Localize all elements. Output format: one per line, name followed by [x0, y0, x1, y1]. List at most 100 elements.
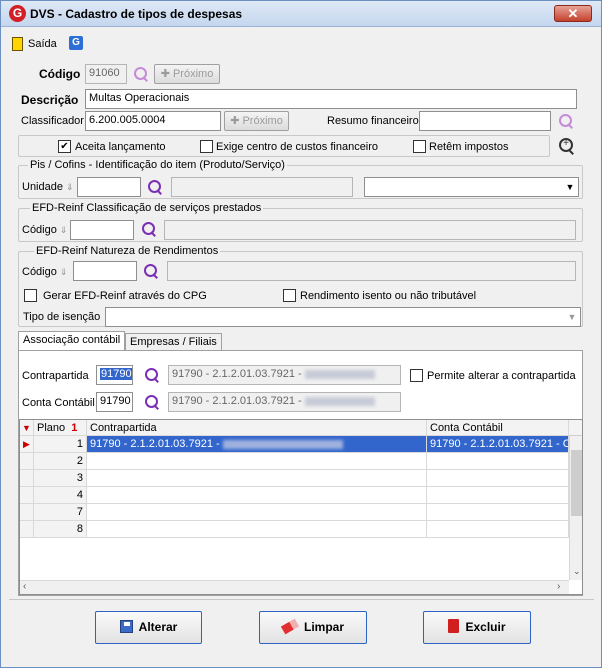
sort-arrow-icon: ⇓ [66, 182, 74, 192]
codigo-label: Código [39, 67, 81, 81]
row-selector[interactable] [20, 487, 34, 504]
g-logo-icon[interactable]: G [69, 36, 83, 50]
excluir-button[interactable]: Excluir [423, 611, 531, 644]
contrapartida-desc-field: 91790 - 2.1.2.01.03.7921 - [168, 365, 401, 385]
grid-horizontal-scrollbar[interactable]: ‹ › [20, 580, 569, 594]
save-icon [119, 620, 133, 633]
associacao-grid[interactable]: ▼ Plano 1 Contrapartida Conta Contábil ▶… [19, 419, 583, 595]
contrapartida-cell[interactable] [87, 504, 427, 521]
contrapartida-cell[interactable]: 91790 - 2.1.2.01.03.7921 - [87, 436, 427, 453]
codigo-proximo-button[interactable]: ✚ Próximo [154, 64, 220, 84]
contrapartida-desc-text: 91790 - 2.1.2.01.03.7921 - [172, 368, 302, 380]
efd-class-desc-field [164, 220, 576, 240]
plus-icon: ✚ [230, 115, 243, 127]
resumo-financeiro-input[interactable] [419, 111, 551, 131]
efd-class-codigo-label: Código ⇓ [22, 224, 67, 236]
conta-contabil-search-icon[interactable] [144, 394, 160, 410]
redacted-text [304, 369, 375, 379]
eraser-icon [280, 618, 300, 635]
plano-cell: 4 [34, 487, 87, 504]
contrapartida-cell-text: 91790 - 2.1.2.01.03.7921 - [90, 438, 220, 450]
tab-associacao-contabil[interactable]: Associação contábil [18, 331, 126, 351]
row-marker-icon: ▼ [20, 420, 34, 436]
column-header-plano[interactable]: Plano 1 [34, 420, 87, 436]
exit-icon[interactable] [12, 37, 23, 51]
plano-cell: 1 [34, 436, 87, 453]
conta-contabil-cell[interactable] [427, 470, 569, 487]
efd-nat-codigo-label: Código ⇓ [22, 266, 67, 278]
chevron-down-icon[interactable]: ▼ [565, 309, 579, 325]
descricao-label: Descrição [21, 93, 79, 107]
grid-header: ▼ Plano 1 Contrapartida Conta Contábil [20, 420, 582, 436]
aceita-lancamento-label: Aceita lançamento [75, 141, 166, 153]
unidade-search-icon[interactable] [147, 179, 163, 195]
permite-alterar-label: Permite alterar a contrapartida [427, 370, 576, 382]
row-selector[interactable] [20, 453, 34, 470]
efd-class-search-icon[interactable] [141, 221, 157, 237]
gerar-efd-checkbox[interactable] [24, 289, 37, 302]
conta-contabil-cell[interactable] [427, 521, 569, 538]
efd-natureza-title: EFD-Reinf Natureza de Rendimentos [34, 245, 221, 257]
sort-arrow-icon: ⇓ [59, 225, 68, 235]
plano-cell: 7 [34, 504, 87, 521]
contrapartida-cell[interactable] [87, 470, 427, 487]
classificador-input[interactable]: 6.200.005.0004 [85, 111, 221, 131]
conta-contabil-cell[interactable]: 91790 - 2.1.2.01.03.7921 - C [427, 436, 569, 453]
contrapartida-label: Contrapartida [22, 370, 89, 382]
plano-header-text: Plano [37, 422, 66, 434]
efd-nat-search-icon[interactable] [143, 263, 159, 279]
conta-contabil-input[interactable]: 91790 [96, 392, 133, 412]
pis-cofins-title: Pis / Cofins - Identificação do item (Pr… [28, 159, 287, 171]
row-selector[interactable] [20, 521, 34, 538]
contrapartida-input[interactable]: 91790 [96, 365, 133, 385]
resumo-search-icon[interactable] [558, 113, 574, 129]
conta-contabil-cell[interactable] [427, 504, 569, 521]
unidade-label-text: Unidade [22, 181, 63, 193]
unidade-input[interactable] [77, 177, 141, 197]
exit-label[interactable]: Saída [28, 38, 57, 50]
contrapartida-cell[interactable] [87, 453, 427, 470]
row-selector[interactable] [20, 504, 34, 521]
zoom-in-icon[interactable] [558, 138, 574, 154]
classificador-proximo-button[interactable]: ✚ Próximo [224, 111, 289, 131]
window-title: DVS - Cadastro de tipos de despesas [30, 7, 243, 21]
scrollbar-thumb[interactable] [571, 450, 582, 516]
codigo-search-icon[interactable] [133, 66, 149, 82]
contrapartida-search-icon[interactable] [144, 367, 160, 383]
permite-alterar-checkbox[interactable] [410, 369, 423, 382]
row-selector[interactable] [20, 470, 34, 487]
close-button[interactable]: ✕ [554, 5, 592, 22]
contrapartida-cell[interactable] [87, 521, 427, 538]
plus-icon: ✚ [160, 68, 173, 80]
tab-empresas-filiais[interactable]: Empresas / Filiais [125, 333, 222, 351]
unidade-desc-field [171, 177, 353, 197]
aceita-lancamento-checkbox[interactable]: ✔ [58, 140, 71, 153]
column-header-contrapartida[interactable]: Contrapartida [87, 420, 427, 436]
exige-centro-custos-checkbox[interactable] [200, 140, 213, 153]
alterar-button[interactable]: Alterar [95, 611, 202, 644]
efd-class-codigo-input[interactable] [70, 220, 134, 240]
title-bar[interactable]: G DVS - Cadastro de tipos de despesas ✕ [1, 1, 601, 27]
column-header-conta-contabil[interactable]: Conta Contábil [427, 420, 569, 436]
scroll-down-icon[interactable]: ⌄ [573, 566, 581, 577]
scroll-left-icon[interactable]: ‹ [23, 581, 26, 592]
contrapartida-cell[interactable] [87, 487, 427, 504]
pis-cofins-select[interactable]: ▼ [364, 177, 579, 197]
conta-contabil-desc-field: 91790 - 2.1.2.01.03.7921 - [168, 392, 401, 412]
conta-contabil-cell[interactable] [427, 487, 569, 504]
chevron-down-icon[interactable]: ▼ [563, 179, 577, 195]
limpar-button[interactable]: Limpar [259, 611, 367, 644]
app-logo-icon: G [9, 5, 26, 22]
grid-vertical-scrollbar[interactable]: ⌄ [569, 436, 582, 580]
efd-nat-codigo-input[interactable] [73, 261, 137, 281]
tipo-isencao-select[interactable]: ▼ [105, 307, 581, 327]
rendimento-isento-checkbox[interactable] [283, 289, 296, 302]
retem-impostos-checkbox[interactable] [413, 140, 426, 153]
descricao-input[interactable]: Multas Operacionais [85, 89, 577, 109]
conta-contabil-cell[interactable] [427, 453, 569, 470]
codigo-input[interactable]: 91060 [85, 64, 127, 84]
sort-order-icon: 1 [71, 422, 78, 434]
gerar-efd-label: Gerar EFD-Reinf através do CPG [43, 290, 207, 302]
scroll-right-icon[interactable]: › [557, 581, 560, 592]
proximo-label: Próximo [172, 68, 214, 80]
